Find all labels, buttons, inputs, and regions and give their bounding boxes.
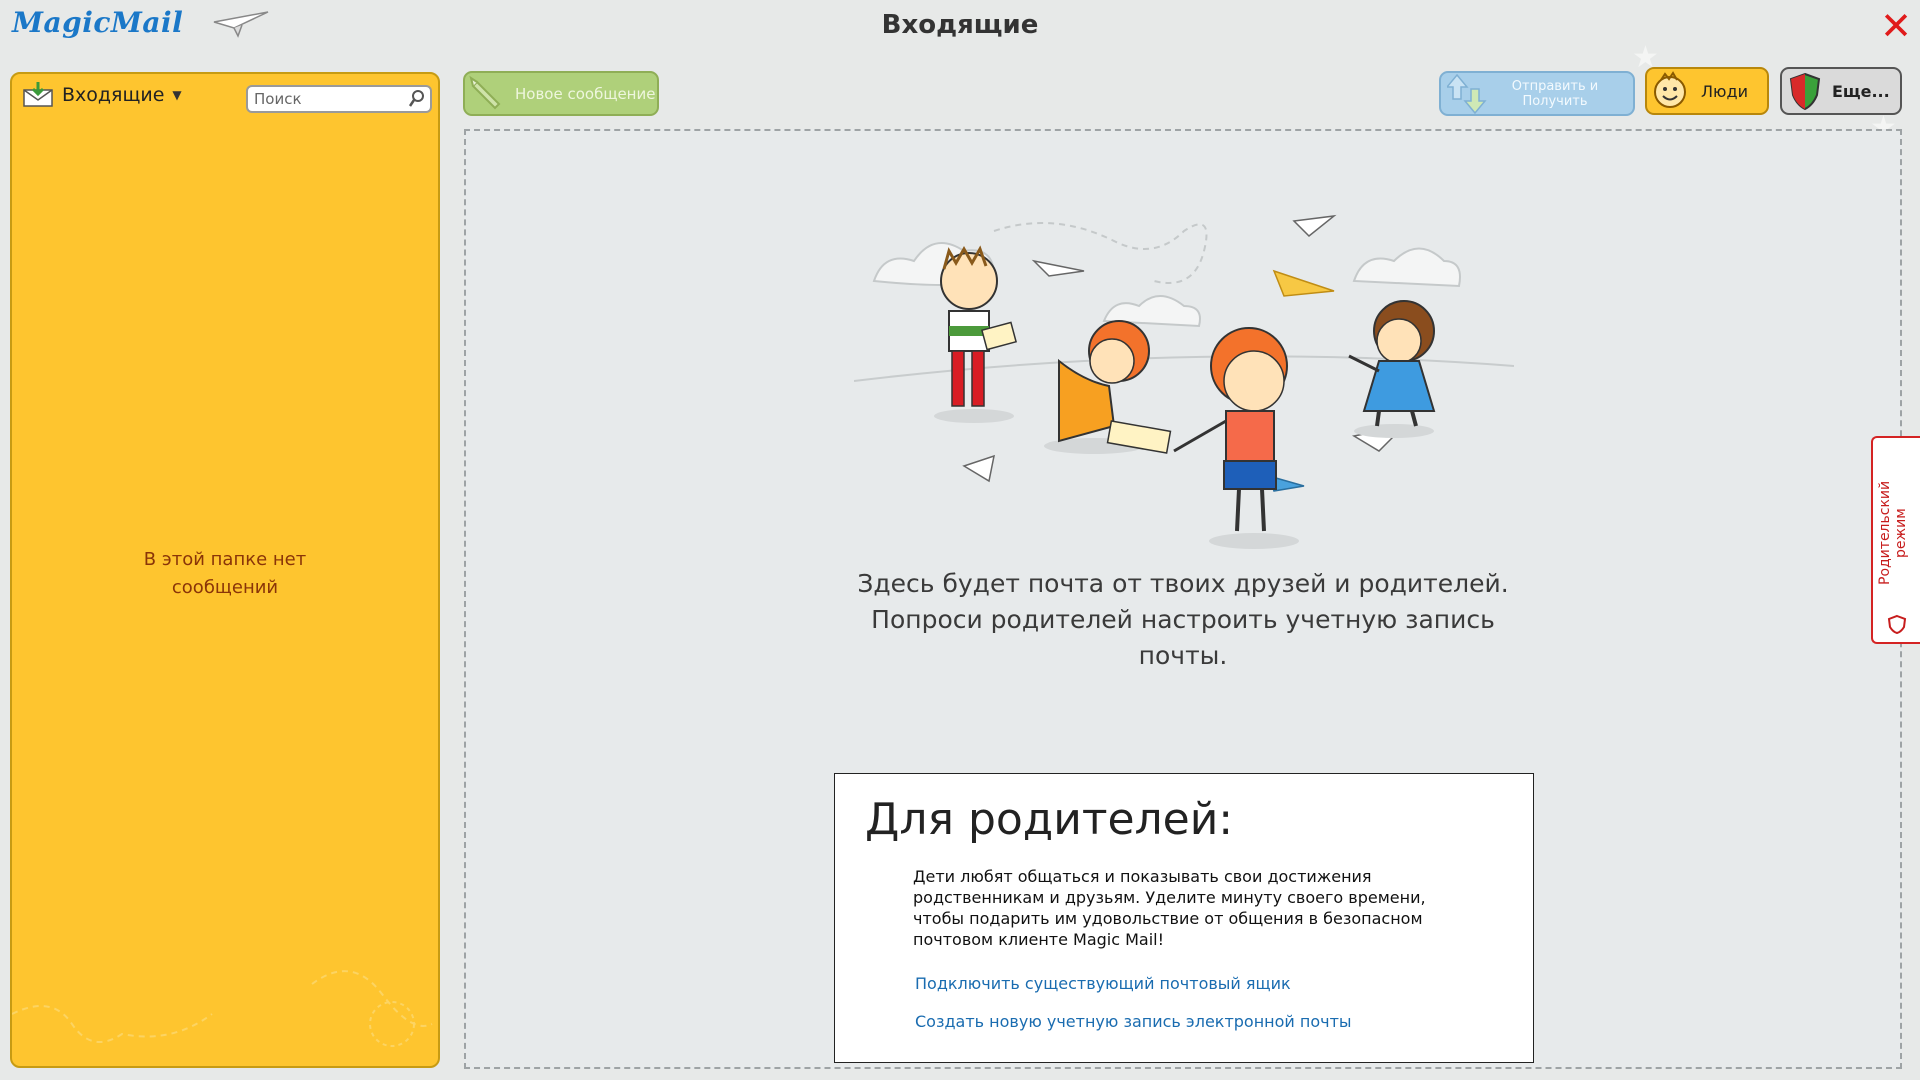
kids-illustration: [854, 214, 1514, 549]
create-new-email-account-link[interactable]: Создать новую учетную запись электронной…: [915, 1012, 1352, 1031]
shield-icon: [1887, 614, 1907, 634]
folder-name: Входящие: [62, 84, 165, 106]
shield-icon: [1789, 72, 1821, 111]
parental-mode-tab[interactable]: Родительский режим: [1871, 436, 1920, 644]
parental-mode-label: Родительский режим: [1877, 480, 1909, 586]
chevron-down-icon: ▼: [172, 88, 182, 102]
send-receive-arrows-icon: [1447, 73, 1487, 114]
smiley-kid-icon: [1654, 71, 1686, 108]
search-input[interactable]: [248, 87, 410, 111]
parents-card-description: Дети любят общаться и показывать свои до…: [913, 867, 1426, 949]
send-receive-button[interactable]: Отправить и Получить: [1439, 71, 1635, 116]
inbox-envelope-icon: [23, 82, 53, 107]
window-title: Входящие: [881, 10, 1039, 40]
message-view-area: Здесь будет почта от твоих друзей и роди…: [464, 129, 1902, 1069]
close-icon[interactable]: ✕: [1878, 7, 1914, 45]
sidebar-decoration: [12, 970, 433, 1047]
search-icon[interactable]: [408, 89, 426, 109]
people-button[interactable]: Люди: [1645, 67, 1769, 115]
more-button[interactable]: Еще...: [1780, 67, 1902, 115]
empty-inbox-welcome: Здесь будет почта от твоих друзей и роди…: [857, 569, 1509, 670]
folder-sidebar: Входящие ▼ В этой папке нет сообщений: [10, 72, 440, 1068]
new-message-button[interactable]: Новое сообщение: [463, 71, 659, 116]
folder-selector[interactable]: Входящие ▼: [22, 82, 182, 108]
empty-folder-message: В этой папке нет сообщений: [143, 549, 307, 598]
parents-card-title: Для родителей:: [865, 794, 1234, 845]
parents-info-card: Для родителей: Дети любят общаться и пок…: [834, 773, 1534, 1063]
connect-existing-mailbox-link[interactable]: Подключить существующий почтовый ящик: [915, 974, 1291, 993]
search-box: [246, 85, 432, 113]
pencil-icon: [469, 75, 501, 109]
